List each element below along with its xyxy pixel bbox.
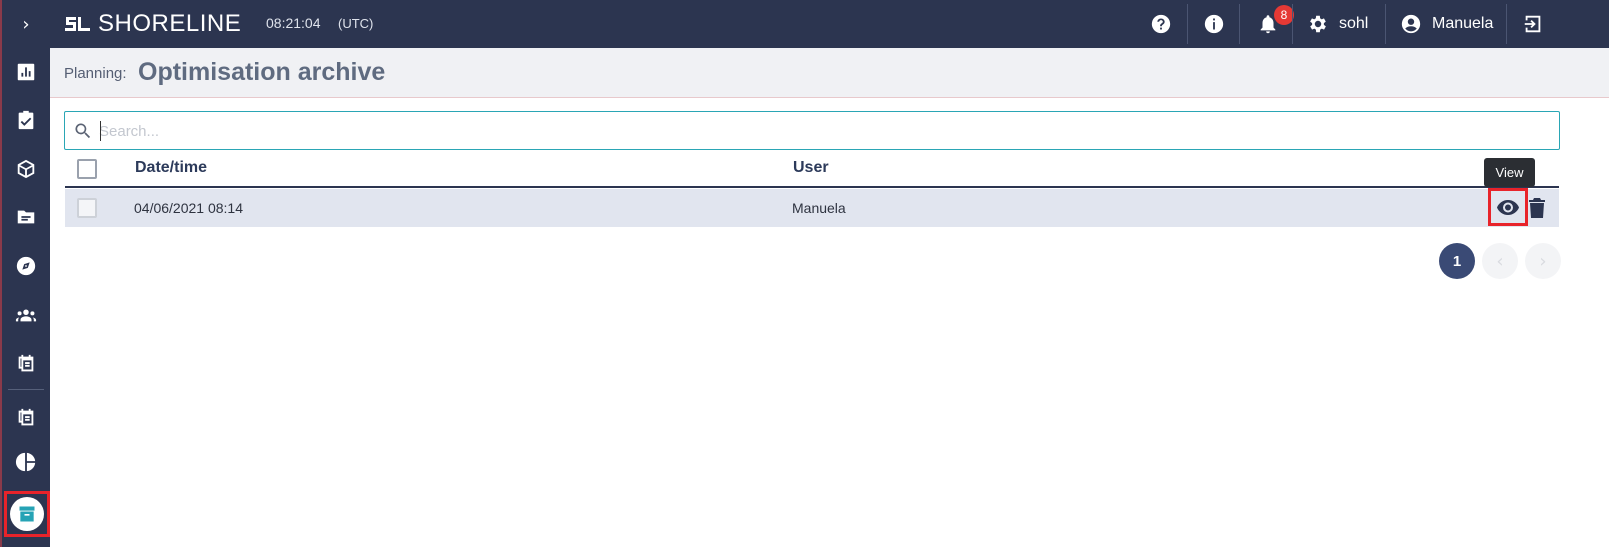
row-checkbox[interactable] (77, 198, 97, 218)
shoreline-logo-icon (65, 17, 90, 31)
help-icon (1151, 14, 1171, 34)
table-header: Date/time User (65, 150, 1559, 188)
sidebar-item-archive[interactable] (4, 491, 50, 537)
sidebar: › (0, 0, 50, 547)
settings-menu[interactable]: sohl (1307, 0, 1391, 48)
calendar-list-icon (18, 408, 34, 426)
info-icon (1204, 14, 1224, 34)
settings-label: sohl (1339, 15, 1369, 32)
top-navbar: SHORELINE 08:21:04 (UTC) 8 sohl Manuela (50, 0, 1609, 48)
logout-button[interactable] (1520, 0, 1546, 48)
people-icon (15, 309, 37, 322)
eye-icon (1497, 200, 1519, 215)
notifications-button[interactable]: 8 (1253, 0, 1294, 48)
select-all-checkbox[interactable] (77, 159, 97, 179)
navbar-divider (1385, 4, 1386, 44)
column-header-datetime[interactable]: Date/time (135, 159, 207, 177)
text-cursor (100, 121, 101, 141)
navbar-divider (1292, 4, 1293, 44)
notifications-badge: 8 (1274, 5, 1294, 25)
trash-icon (1529, 198, 1545, 218)
sidebar-divider (8, 389, 44, 390)
next-page-button[interactable]: › (1525, 243, 1561, 279)
sidebar-item-inventory[interactable] (2, 145, 50, 193)
brand-logo[interactable]: SHORELINE (64, 10, 241, 38)
cell-datetime: 04/06/2021 08:14 (134, 200, 243, 216)
chevron-right-icon: › (22, 13, 30, 35)
logout-icon (1524, 15, 1541, 33)
user-menu[interactable]: Manuela (1400, 0, 1522, 48)
search-icon (75, 123, 91, 139)
info-button[interactable] (1201, 0, 1227, 48)
search-input[interactable] (99, 118, 1499, 144)
page-header: Planning: Optimisation archive (50, 48, 1609, 98)
sidebar-item-reports[interactable] (2, 438, 50, 486)
clock: 08:21:04 (266, 15, 321, 31)
navbar-divider (1187, 4, 1188, 44)
bar-chart-icon (17, 63, 35, 81)
table-row[interactable]: 04/06/2021 08:14 Manuela (65, 188, 1559, 227)
expand-sidebar-button[interactable]: › (2, 0, 50, 48)
navbar-divider (1239, 4, 1240, 44)
sidebar-item-tasks[interactable] (2, 96, 50, 144)
active-indicator (10, 497, 44, 531)
clipboard-check-icon (18, 110, 34, 130)
delete-button[interactable] (1527, 197, 1547, 219)
cube-icon (17, 159, 35, 179)
cell-user: Manuela (792, 200, 846, 216)
folder-icon (17, 210, 35, 224)
view-button[interactable] (1488, 188, 1528, 226)
search-box (64, 111, 1560, 150)
user-avatar-icon (1401, 14, 1421, 34)
sidebar-item-schedule[interactable] (2, 394, 50, 442)
page-title: Optimisation archive (138, 58, 386, 86)
calendar-list-icon (18, 354, 34, 372)
navbar-divider (1506, 4, 1507, 44)
sidebar-item-documents[interactable] (2, 193, 50, 241)
pie-chart-icon (15, 452, 36, 472)
brand-name: SHORELINE (98, 10, 242, 37)
sidebar-item-navigation[interactable] (2, 242, 50, 290)
user-name: Manuela (1432, 15, 1494, 32)
help-button[interactable] (1148, 0, 1174, 48)
breadcrumb[interactable]: Planning: (64, 65, 127, 82)
sidebar-item-planning[interactable] (2, 340, 50, 388)
sidebar-item-dashboard[interactable] (2, 48, 50, 96)
column-header-user[interactable]: User (793, 159, 829, 177)
view-tooltip: View (1484, 158, 1535, 187)
sidebar-item-crew[interactable] (2, 291, 50, 339)
page-1-button[interactable]: 1 (1439, 243, 1475, 279)
timezone-label: (UTC) (338, 16, 374, 31)
archive-icon (19, 506, 35, 522)
gear-icon (1310, 15, 1326, 33)
previous-page-button[interactable]: ‹ (1482, 243, 1518, 279)
compass-icon (16, 256, 36, 276)
